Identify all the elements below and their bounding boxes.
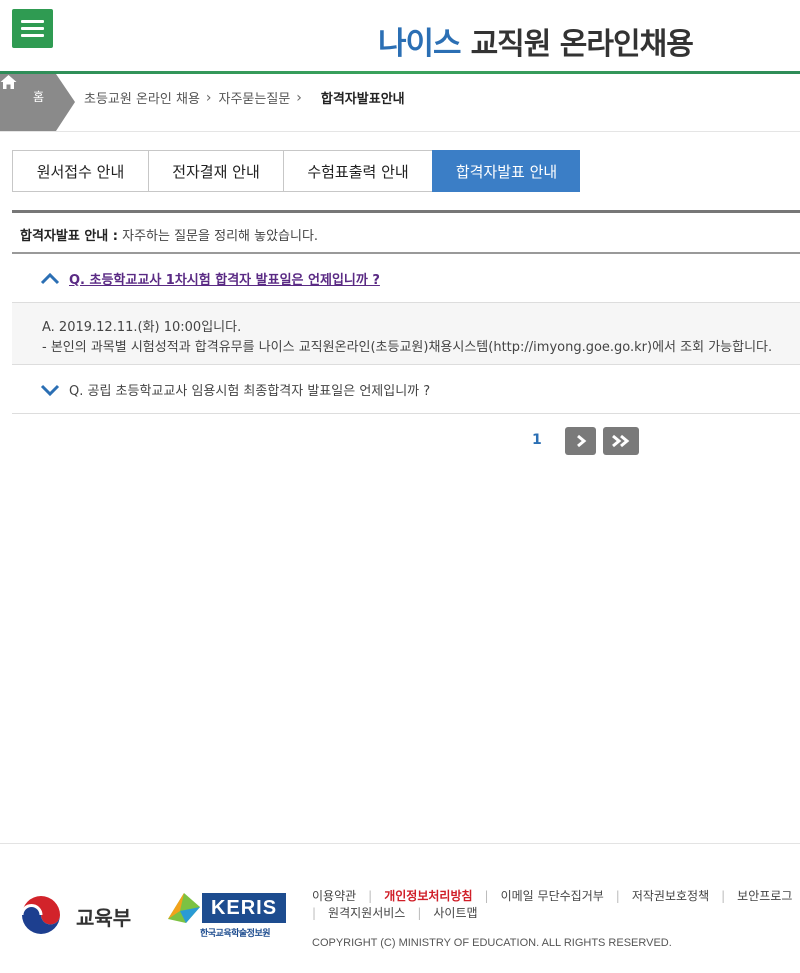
breadcrumb-current: 합격자발표안내 (320, 92, 405, 107)
site-logo[interactable]: 나이스 교직원 온라인채용 (378, 4, 694, 62)
faq-question-1[interactable]: Q. 초등학교교사 1차시험 합격자 발표일은 언제입니까 ? (12, 255, 800, 303)
pipe-divider: | (615, 889, 620, 903)
header: 나이스 교직원 온라인채용 (0, 0, 800, 72)
chevron-down-icon (40, 384, 60, 396)
double-chevron-right-icon (612, 434, 630, 448)
pipe-divider: | (312, 906, 317, 920)
menu-icon[interactable] (12, 9, 53, 48)
intro-bar: 합격자발표 안내 : 자주하는 질문을 정리해 놓았습니다. (12, 210, 800, 254)
footer-link-privacy[interactable]: 개인정보처리방침 (384, 889, 472, 903)
pipe-divider: | (721, 889, 726, 903)
breadcrumb-item-1[interactable]: 초등교원 온라인 채용 (84, 88, 200, 107)
faq-answer-line: A. 2019.12.11.(화) 10:00입니다. (42, 320, 242, 335)
pipe-divider: | (484, 889, 489, 903)
faq-answer-line: - 본인의 과목별 시험성적과 합격유무를 나이스 교직원온라인(초등교원)채용… (42, 340, 773, 355)
faq-question-2[interactable]: Q. 공립 초등학교교사 임용시험 최종합격자 발표일은 언제입니까 ? (12, 366, 800, 414)
home-label: 홈 (33, 90, 45, 104)
breadcrumb-item-2[interactable]: 자주묻는질문 (219, 88, 291, 107)
home-icon (0, 75, 17, 89)
footer-link-remote-support[interactable]: 원격지원서비스 (328, 906, 405, 920)
brand-neis: 나이스 (378, 26, 462, 62)
moe-logo-icon (19, 893, 63, 937)
faq-question-text: Q. 초등학교교사 1차시험 합격자 발표일은 언제입니까 ? (69, 273, 380, 288)
copyright: COPYRIGHT (C) MINISTRY OF EDUCATION. ALL… (312, 937, 672, 949)
footer-link-copyright-policy[interactable]: 저작권보호정책 (632, 889, 709, 903)
keris-emblem-icon (168, 893, 200, 923)
brand-title: 교직원 온라인채용 (470, 27, 694, 62)
next-page-button[interactable] (565, 427, 596, 455)
pagination: 1 (0, 427, 800, 457)
tab-application[interactable]: 원서접수 안내 (12, 150, 148, 192)
tab-admission-ticket[interactable]: 수험표출력 안내 (283, 150, 432, 192)
pipe-divider: | (417, 906, 422, 920)
page-number[interactable]: 1 (532, 432, 542, 448)
chevron-right-icon (576, 434, 586, 448)
tab-e-approval[interactable]: 전자결재 안내 (148, 150, 283, 192)
faq-answer-1: A. 2019.12.11.(화) 10:00입니다. - 본인의 과목별 시험… (12, 303, 800, 365)
pipe-divider: | (368, 889, 373, 903)
tab-results-announcement[interactable]: 합격자발표 안내 (432, 150, 580, 192)
footer-link-email-refusal[interactable]: 이메일 무단수집거부 (501, 889, 604, 903)
intro-text: 자주하는 질문을 정리해 놓았습니다. (122, 229, 319, 244)
moe-name[interactable]: 교육부 (76, 902, 131, 931)
chevron-right-icon: › (205, 89, 212, 106)
chevron-up-icon (40, 272, 60, 284)
keris-name: KERIS (202, 893, 286, 923)
last-page-button[interactable] (603, 427, 639, 455)
chevron-right-icon: › (296, 89, 302, 106)
footer-links: 이용약관 | 개인정보처리방침 | 이메일 무단수집거부 | 저작권보호정책 | 보안프로그 |… (312, 888, 800, 922)
footer-link-terms[interactable]: 이용약관 (312, 889, 356, 903)
intro-title: 합격자발표 안내 : (20, 229, 118, 244)
breadcrumb: 홈 초등교원 온라인 채용 › 자주묻는질문 › 합격자발표안내 (0, 74, 800, 132)
keris-logo[interactable]: KERIS 한국교육학술정보원 (166, 887, 286, 939)
footer: 교육부 KERIS 한국교육학술정보원 이용약관 | 개인정보처리방침 | 이메일 무단… (0, 844, 800, 973)
footer-link-sitemap[interactable]: 사이트맵 (433, 906, 477, 920)
footer-link-security[interactable]: 보안프로그 (737, 889, 792, 903)
breadcrumb-home[interactable]: 홈 (0, 74, 75, 131)
faq-question-text: Q. 공립 초등학교교사 임용시험 최종합격자 발표일은 언제입니까 ? (69, 384, 431, 399)
keris-subtitle: 한국교육학술정보원 (200, 929, 271, 939)
tab-bar: 원서접수 안내 전자결재 안내 수험표출력 안내 합격자발표 안내 (12, 150, 580, 192)
